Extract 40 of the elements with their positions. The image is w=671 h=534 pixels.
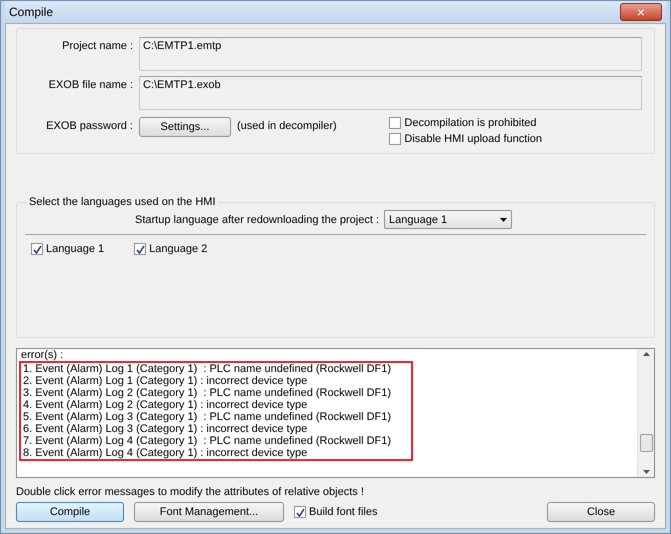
- settings-button[interactable]: Settings...: [139, 117, 231, 137]
- scroll-thumb[interactable]: [640, 434, 652, 452]
- path-field[interactable]: C:\EMTP1.exob: [139, 76, 642, 110]
- error-message[interactable]: 2. Event (Alarm) Log 1 (Category 1) : incorrect device type: [23, 375, 392, 387]
- checkbox[interactable]: [134, 243, 146, 255]
- option-checkbox[interactable]: Disable HMI upload function: [389, 133, 542, 145]
- startup-label: Startup language after redownloading the project :: [135, 214, 379, 226]
- field-label: EXOB password :: [45, 119, 133, 132]
- error-message[interactable]: 1. Event (Alarm) Log 1 (Category 1) : PLC name undefined (Rockwell DF1): [23, 363, 392, 375]
- error-message[interactable]: 8. Event (Alarm) Log 4 (Category 1) : incorrect device type: [23, 447, 392, 459]
- error-message[interactable]: 5. Event (Alarm) Log 3 (Category 1) : PLC name undefined (Rockwell DF1): [23, 411, 392, 423]
- language-dropdown[interactable]: Language 1: [384, 210, 512, 229]
- language-checkbox[interactable]: Language 2: [134, 243, 208, 255]
- field-label: EXOB file name :: [48, 78, 133, 93]
- scrollbar[interactable]: [637, 349, 654, 477]
- font-management-button[interactable]: Font Management...: [134, 502, 284, 522]
- language-checkbox[interactable]: Language 1: [31, 243, 104, 255]
- checkbox[interactable]: [31, 243, 43, 255]
- error-heading: error(s) :: [21, 349, 64, 361]
- error-list[interactable]: [16, 348, 655, 478]
- checkbox[interactable]: [389, 117, 402, 129]
- error-message[interactable]: 3. Event (Alarm) Log 2 (Category 1) : PLC name undefined (Rockwell DF1): [23, 387, 392, 399]
- error-message[interactable]: 4. Event (Alarm) Log 2 (Category 1) : incorrect device type: [23, 399, 392, 411]
- compile-button[interactable]: Compile: [16, 502, 124, 522]
- window-title: Compile: [9, 5, 54, 19]
- close-dialog-button[interactable]: Close: [547, 502, 655, 522]
- field-label: Project name :: [61, 39, 133, 54]
- build-checkbox[interactable]: Build font files: [294, 506, 378, 518]
- hint-text: Double click error messages to modify the attributes of relative objects !: [16, 486, 365, 498]
- caret-icon: [500, 218, 507, 222]
- up-arrow-icon[interactable]: [642, 352, 650, 356]
- checkbox[interactable]: [294, 506, 306, 518]
- path-field[interactable]: C:\EMTP1.emtp: [139, 37, 642, 71]
- error-message[interactable]: 6. Event (Alarm) Log 3 (Category 1) : incorrect device type: [23, 423, 392, 435]
- note-text: (used in decompiler): [237, 119, 337, 132]
- error-message[interactable]: 7. Event (Alarm) Log 4 (Category 1) : PLC name undefined (Rockwell DF1): [23, 435, 392, 447]
- option-checkbox[interactable]: Decompilation is prohibited: [389, 117, 542, 129]
- group-title: Select the languages used on the HMI: [27, 196, 218, 208]
- down-arrow-icon[interactable]: [642, 470, 650, 474]
- checkbox[interactable]: [389, 133, 402, 145]
